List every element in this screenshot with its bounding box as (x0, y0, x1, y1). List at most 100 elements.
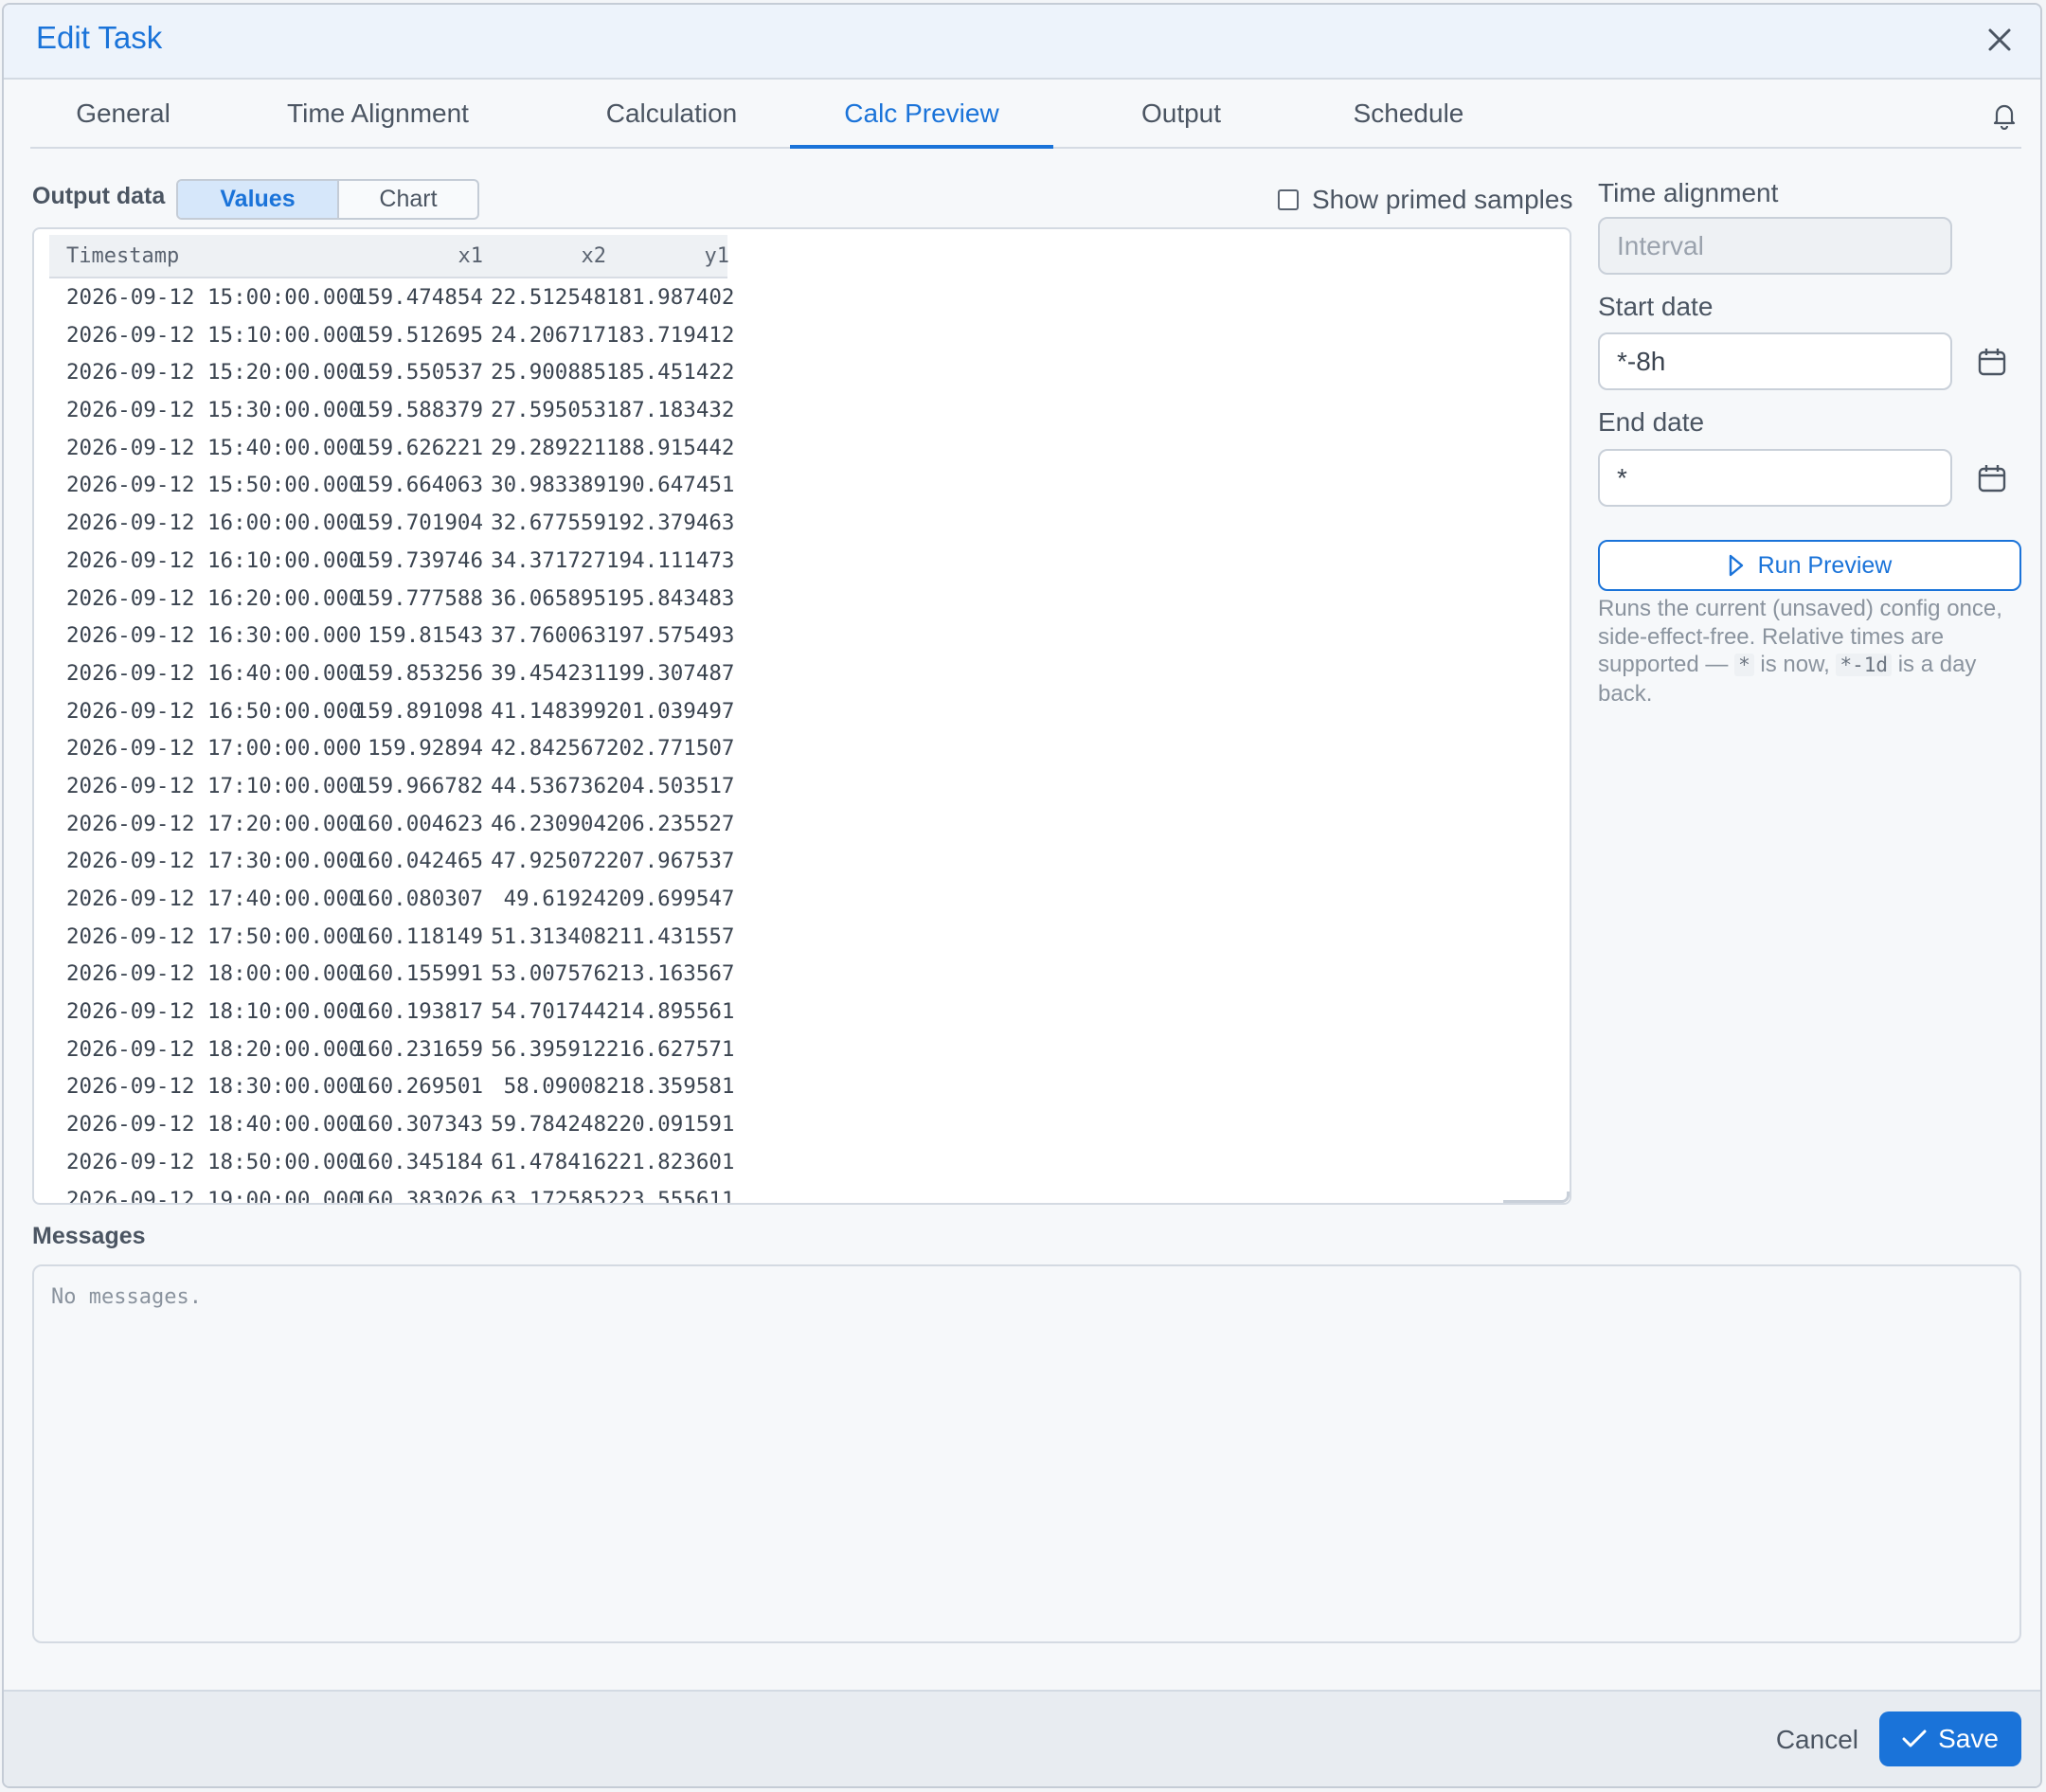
cell-timestamp: 2026-09-12 18:00:00.000 (66, 961, 362, 987)
cell-x2: 41.148399 (491, 698, 606, 724)
end-date-field[interactable]: * (1598, 449, 1952, 507)
messages-empty-text: No messages. (51, 1285, 202, 1309)
cell-y1: 185.451422 (606, 360, 735, 385)
table-row: 2026-09-12 18:20:00.000 160.231659 56.3959… (49, 1032, 750, 1070)
cell-timestamp: 2026-09-12 18:20:00.000 (66, 1036, 362, 1062)
show-primed-label: Show primed samples (1312, 185, 1573, 214)
cell-y1: 194.111473 (606, 547, 735, 573)
cell-x1: 159.701904 (354, 511, 483, 536)
save-button[interactable]: Save (1879, 1711, 2021, 1766)
resize-handle[interactable] (1503, 1192, 1570, 1203)
table-row: 2026-09-12 18:30:00.000 160.269501 58.0900… (49, 1069, 750, 1107)
cell-x2: 53.007576 (491, 961, 606, 987)
cell-x1: 160.042465 (354, 849, 483, 874)
table-row: 2026-09-12 18:00:00.000 160.155991 53.0075… (49, 957, 750, 995)
table-body: 2026-09-12 15:00:00.000 159.474854 22.5125… (49, 280, 750, 1205)
chart-view-button[interactable]: Chart (339, 181, 477, 218)
cell-x2: 51.313408 (491, 923, 606, 949)
cell-timestamp: 2026-09-12 15:20:00.000 (66, 360, 362, 385)
cell-timestamp: 2026-09-12 17:50:00.000 (66, 923, 362, 949)
cell-x1: 160.080307 (354, 887, 483, 911)
close-icon[interactable] (1983, 24, 2016, 56)
end-date-label: End date (1598, 407, 1705, 437)
table-row: 2026-09-12 16:30:00.000 159.81543 37.76006… (49, 618, 750, 656)
tab-calc-preview[interactable]: Calc Preview (790, 81, 1053, 149)
help-code-now: * (1734, 654, 1754, 676)
cell-y1: 211.431557 (606, 923, 735, 949)
cell-y1: 187.183432 (606, 398, 735, 423)
cell-x2: 25.900885 (491, 360, 606, 385)
tab-calculation[interactable]: Calculation (540, 81, 803, 147)
cell-x2: 61.478416 (491, 1149, 606, 1174)
cell-y1: 216.627571 (606, 1036, 735, 1062)
tab-schedule[interactable]: Schedule (1309, 81, 1508, 147)
help-code-day-back: *-1d (1836, 654, 1893, 676)
cell-y1: 192.379463 (606, 511, 735, 536)
cell-timestamp: 2026-09-12 15:40:00.000 (66, 435, 362, 460)
table-row: 2026-09-12 15:30:00.000 159.588379 27.5950… (49, 393, 750, 431)
cell-y1: 202.771507 (606, 736, 735, 762)
end-date-calendar-icon[interactable] (1977, 463, 2007, 493)
table-row: 2026-09-12 15:20:00.000 159.550537 25.9008… (49, 355, 750, 393)
run-preview-label: Run Preview (1757, 551, 1893, 579)
cell-x2: 32.677559 (491, 511, 606, 536)
cell-x1: 159.512695 (354, 322, 483, 348)
cell-y1: 201.039497 (606, 698, 735, 724)
cell-x2: 58.09008 (503, 1074, 606, 1100)
cell-x2: 47.925072 (491, 849, 606, 874)
cell-x1: 159.739746 (354, 547, 483, 573)
table-row: 2026-09-12 18:10:00.000 160.193817 54.7017… (49, 995, 750, 1032)
cancel-button[interactable]: Cancel (1776, 1725, 1858, 1755)
dialog-footer: Cancel Save (4, 1690, 2040, 1786)
cell-x1: 159.664063 (354, 473, 483, 498)
edit-task-dialog: Edit Task General Time Alignment Calcula… (2, 3, 2042, 1788)
cell-x1: 159.588379 (354, 398, 483, 423)
cell-y1: 218.359581 (606, 1074, 735, 1100)
cell-timestamp: 2026-09-12 17:20:00.000 (66, 811, 362, 836)
cell-x1: 159.474854 (354, 285, 483, 310)
output-values-table[interactable]: Timestamp x1 x2 y1 2026-09-12 15:00:00.0… (32, 227, 1571, 1205)
cell-y1: 199.307487 (606, 660, 735, 686)
cell-x2: 22.512548 (491, 285, 606, 310)
cell-x2: 49.61924 (503, 887, 606, 911)
start-date-calendar-icon[interactable] (1977, 347, 2007, 377)
cell-y1: 181.987402 (606, 285, 735, 310)
table-row: 2026-09-12 15:40:00.000 159.626221 29.2892… (49, 431, 750, 469)
cell-x2: 42.842567 (491, 736, 606, 762)
cell-y1: 223.555611 (606, 1187, 735, 1205)
cell-x1: 159.92894 (368, 736, 483, 762)
cell-y1: 207.967537 (606, 849, 735, 874)
cell-timestamp: 2026-09-12 16:50:00.000 (66, 698, 362, 724)
cell-y1: 209.699547 (606, 887, 735, 911)
dialog-title: Edit Task (36, 20, 163, 55)
cell-timestamp: 2026-09-12 18:50:00.000 (66, 1149, 362, 1174)
cell-y1: 220.091591 (606, 1112, 735, 1138)
table-row: 2026-09-12 16:20:00.000 159.777588 36.0658… (49, 582, 750, 619)
time-alignment-label: Time alignment (1598, 178, 1779, 207)
messages-panel: No messages. (32, 1264, 2021, 1643)
cell-x2: 39.454231 (491, 660, 606, 686)
cell-x2: 29.289221 (491, 435, 606, 460)
cell-timestamp: 2026-09-12 15:10:00.000 (66, 322, 362, 348)
cell-timestamp: 2026-09-12 15:30:00.000 (66, 398, 362, 423)
start-date-field[interactable]: *-8h (1598, 332, 1952, 390)
column-header-x2: x2 (581, 244, 607, 268)
cell-x1: 159.626221 (354, 435, 483, 460)
values-view-button[interactable]: Values (178, 181, 339, 218)
cell-timestamp: 2026-09-12 17:10:00.000 (66, 773, 362, 798)
bell-icon[interactable] (1991, 101, 2018, 131)
cell-y1: 206.235527 (606, 811, 735, 836)
show-primed-checkbox[interactable] (1278, 189, 1299, 210)
tab-time-alignment[interactable]: Time Alignment (216, 81, 540, 147)
run-preview-help-text: Runs the current (unsaved) config once, … (1598, 595, 2024, 708)
cell-x1: 160.383026 (354, 1187, 483, 1205)
table-row: 2026-09-12 15:50:00.000 159.664063 30.9833… (49, 468, 750, 506)
tab-general[interactable]: General (30, 81, 216, 147)
tab-output[interactable]: Output (1053, 81, 1309, 147)
run-preview-button[interactable]: Run Preview (1598, 540, 2021, 591)
cell-y1: 214.895561 (606, 999, 735, 1025)
cell-x1: 160.004623 (354, 811, 483, 836)
cell-y1: 183.719412 (606, 322, 735, 348)
show-primed-samples-toggle[interactable]: Show primed samples (1278, 181, 1572, 219)
cell-y1: 221.823601 (606, 1149, 735, 1174)
